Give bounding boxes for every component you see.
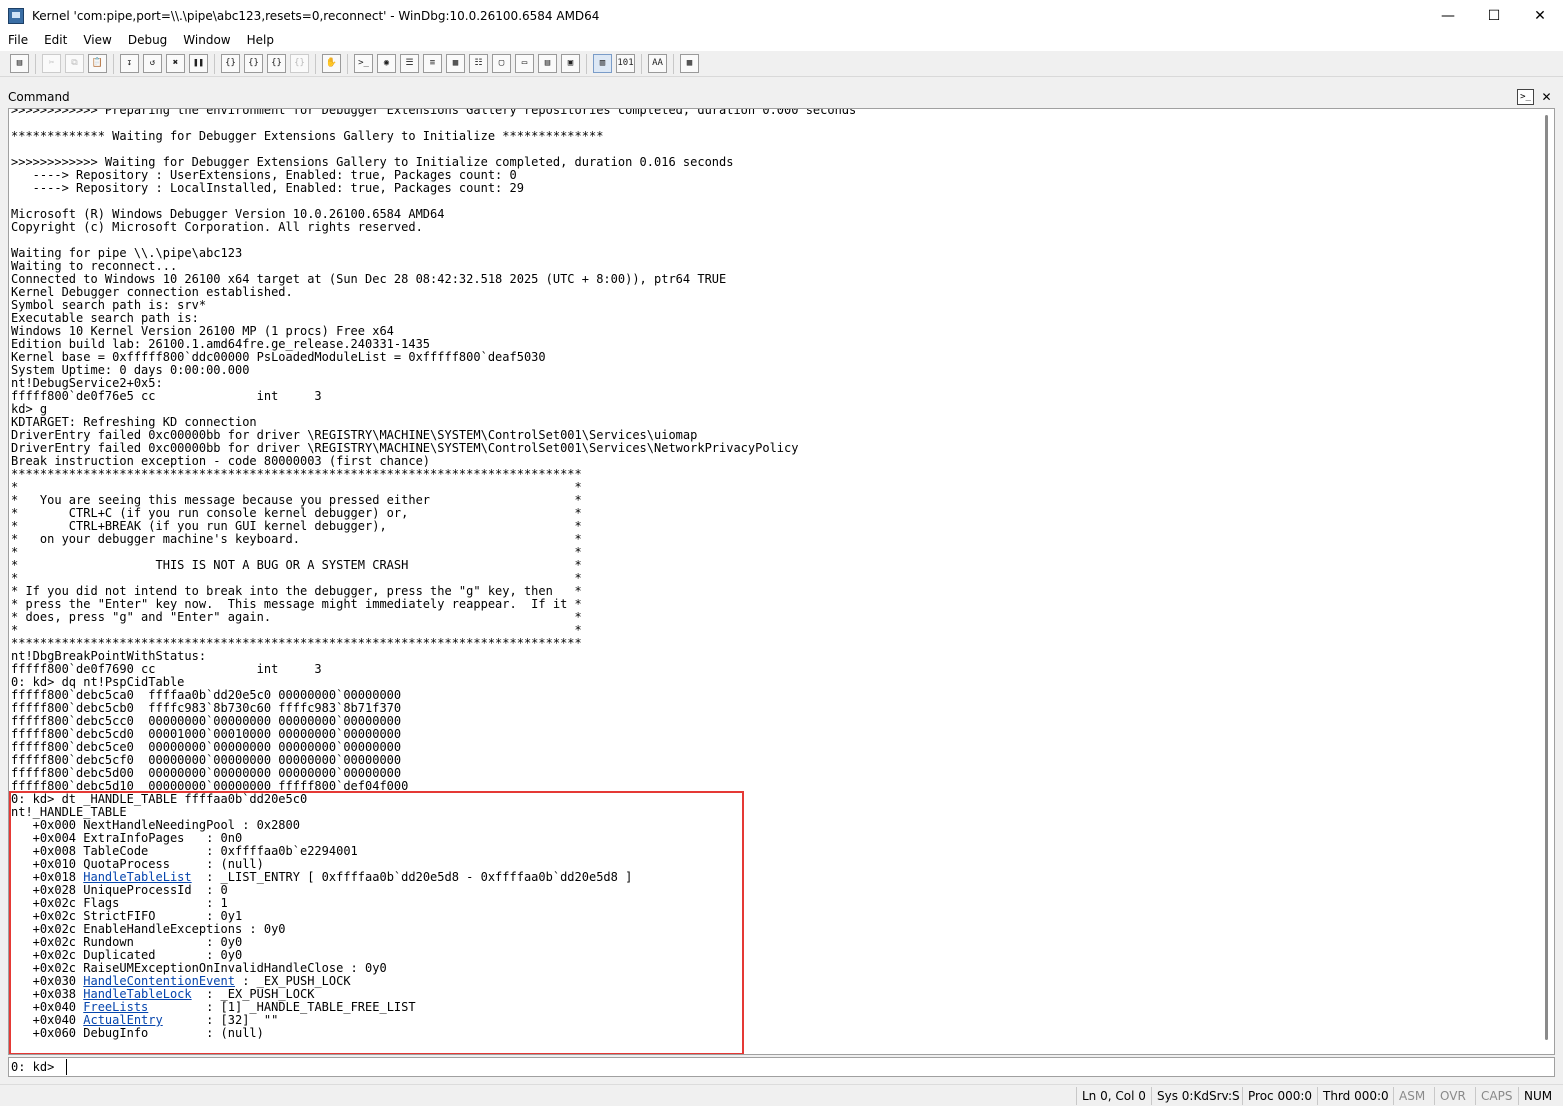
command-window-icon[interactable]: >_ <box>354 54 373 73</box>
status-asm: ASM <box>1393 1087 1430 1105</box>
command-prompt: 0: kd> <box>11 1060 55 1074</box>
windbg-app-icon <box>8 7 24 24</box>
output-line: ****************************************… <box>11 636 582 650</box>
toolbar: ▤ ✂ ⧉ 📋 ↧ ↺ ✖ ❚❚{}{}{}{} ✋ >_ ◉ ☰ ≡ ▦ ☷ ▢ ▭ ▤ ▣ ▥ 101 AA ▦ <box>0 51 1563 77</box>
output-line: System Uptime: 0 days 0:00:00.000 <box>11 363 250 377</box>
window-title: Kernel 'com:pipe,port=\\.\pipe\abc123,re… <box>32 8 600 23</box>
command-pane-header: Command >_ ✕ <box>0 86 1563 108</box>
toolbar-separator <box>673 53 674 74</box>
output-line: fffff800`de0f76e5 cc int 3 <box>11 389 322 403</box>
output-line: >>>>>>>>>>>> Preparing the environment f… <box>11 108 857 117</box>
scroll-thumb[interactable] <box>1545 115 1548 1040</box>
close-button[interactable]: ✕ <box>1517 0 1563 31</box>
output-line: fffff800`de0f7690 cc int 3 <box>11 662 322 676</box>
memory-window-icon[interactable]: ▦ <box>446 54 465 73</box>
watch-window-icon[interactable]: ◉ <box>377 54 396 73</box>
output-window-icon[interactable]: ▣ <box>561 54 580 73</box>
command-output[interactable]: >>>>>>>>>>>> Preparing the environment f… <box>8 108 1555 1055</box>
open-icon[interactable]: ▤ <box>10 54 29 73</box>
pane-close-button[interactable]: ✕ <box>1538 89 1555 105</box>
command-input[interactable] <box>66 1059 1546 1075</box>
locals-window-icon[interactable]: ☰ <box>400 54 419 73</box>
output-line: Kernel Debugger connection established. <box>11 285 293 299</box>
menu-window[interactable]: Window <box>175 31 238 51</box>
menu-edit[interactable]: Edit <box>36 31 75 51</box>
status-sys: Sys 0:KdSrv:S <box>1151 1087 1245 1105</box>
cut-icon[interactable]: ✂ <box>42 54 61 73</box>
maximize-button[interactable]: ☐ <box>1471 0 1517 31</box>
hex-mode-icon[interactable]: 101 <box>616 54 635 73</box>
output-line: Waiting for pipe \\.\pipe\abc123 <box>11 246 243 260</box>
output-line: Symbol search path is: srv* <box>11 298 207 312</box>
highlight-box <box>9 791 744 1054</box>
step-into-icon[interactable]: {} <box>221 54 240 73</box>
status-caps: CAPS <box>1475 1087 1517 1105</box>
options-icon[interactable]: ▦ <box>680 54 699 73</box>
toolbar-separator <box>347 53 348 74</box>
run-to-cursor-icon[interactable]: {} <box>290 54 309 73</box>
status-num: NUM <box>1518 1087 1557 1105</box>
status-ovr: OVR <box>1434 1087 1471 1105</box>
toolbar-separator <box>315 53 316 74</box>
call-stack-window-icon[interactable]: ☷ <box>469 54 488 73</box>
font-icon[interactable]: AA <box>648 54 667 73</box>
minimize-button[interactable]: — <box>1425 0 1471 31</box>
command-input-row: 0: kd> <box>8 1057 1555 1077</box>
status-proc: Proc 000:0 <box>1242 1087 1317 1105</box>
menu-bar: File Edit View Debug Window Help <box>0 31 1563 51</box>
source-mode-icon[interactable]: ▥ <box>593 54 612 73</box>
pane-title: Command <box>8 90 70 104</box>
scrollbar[interactable] <box>1539 109 1554 1054</box>
menu-debug[interactable]: Debug <box>120 31 175 51</box>
toolbar-separator <box>641 53 642 74</box>
toolbar-separator <box>113 53 114 74</box>
processes-threads-icon[interactable]: ▤ <box>538 54 557 73</box>
copy-icon[interactable]: ⧉ <box>65 54 84 73</box>
status-thrd: Thrd 000:0 <box>1317 1087 1394 1105</box>
menu-file[interactable]: File <box>0 31 36 51</box>
break-icon[interactable]: ❚❚ <box>189 54 208 73</box>
menu-view[interactable]: View <box>75 31 119 51</box>
status-position: Ln 0, Col 0 <box>1076 1087 1151 1105</box>
registers-window-icon[interactable]: ≡ <box>423 54 442 73</box>
output-line: ************* Waiting for Debugger Exten… <box>11 129 604 143</box>
step-over-icon[interactable]: {} <box>244 54 263 73</box>
restart-icon[interactable]: ↺ <box>143 54 162 73</box>
command-window-icon[interactable]: >_ <box>1517 89 1534 105</box>
scratch-pad-icon[interactable]: ▭ <box>515 54 534 73</box>
step-out-icon[interactable]: {} <box>267 54 286 73</box>
output-line: ----> Repository : LocalInstalled, Enabl… <box>11 181 524 195</box>
toolbar-separator <box>214 53 215 74</box>
paste-icon[interactable]: 📋 <box>88 54 107 73</box>
stop-debugging-icon[interactable]: ✖ <box>166 54 185 73</box>
output-line: Copyright (c) Microsoft Corporation. All… <box>11 220 423 234</box>
status-bar: Ln 0, Col 0 Sys 0:KdSrv:S Proc 000:0 Thrd 0… <box>0 1084 1563 1106</box>
title-bar: Kernel 'com:pipe,port=\\.\pipe\abc123,re… <box>0 0 1563 31</box>
breakpoint-hand-icon[interactable]: ✋ <box>322 54 341 73</box>
menu-help[interactable]: Help <box>239 31 282 51</box>
toolbar-separator <box>35 53 36 74</box>
go-icon[interactable]: ↧ <box>120 54 139 73</box>
toolbar-separator <box>586 53 587 74</box>
disassembly-window-icon[interactable]: ▢ <box>492 54 511 73</box>
